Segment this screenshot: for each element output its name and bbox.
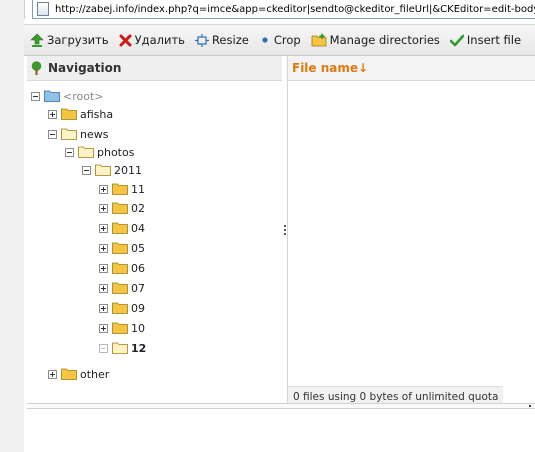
expand-toggle[interactable] [99, 203, 108, 213]
tree-label: <root> [63, 89, 104, 103]
resize-label: Resize [211, 33, 249, 47]
address-bar[interactable]: http://zabej.info/index.php?q=imce&app=c… [32, 0, 535, 19]
resize-icon [194, 33, 209, 47]
folder-open-icon [95, 164, 111, 176]
insert-file-button[interactable]: Insert file [449, 33, 522, 47]
tree-node-04[interactable]: 04 [99, 220, 145, 236]
imce-file-browser: Загрузить Удалить Resize Crop Manage dir… [24, 19, 535, 452]
tree-label: 2011 [114, 163, 142, 177]
tree-node-afisha[interactable]: afisha [48, 106, 113, 122]
tree-node-02[interactable]: 02 [99, 200, 145, 216]
expand-toggle[interactable] [99, 243, 108, 253]
tree-node-2011[interactable]: 2011 [82, 162, 142, 178]
tree-label: 05 [131, 241, 145, 255]
upload-icon [30, 33, 44, 47]
checkmark-icon [449, 34, 464, 46]
tree-label: 07 [131, 281, 145, 295]
folder-icon [112, 202, 128, 214]
resize-button[interactable]: Resize [194, 33, 249, 47]
tree-node-06[interactable]: 06 [99, 260, 145, 276]
tree-node-09[interactable]: 09 [99, 300, 145, 316]
tree-label: 06 [131, 261, 145, 275]
upload-label: Загрузить [47, 33, 109, 47]
tree-label: 04 [131, 221, 145, 235]
tree-label: photos [97, 145, 135, 159]
tree-label: 02 [131, 201, 145, 215]
tree-label: afisha [80, 107, 114, 121]
collapse-toggle[interactable] [65, 147, 74, 157]
navigation-title: Navigation [48, 61, 122, 75]
tree-node-12[interactable]: 12 [99, 340, 146, 356]
tree-node-other[interactable]: other [48, 366, 109, 382]
folder-icon [112, 262, 128, 274]
grip-dot [283, 228, 286, 231]
tree-label: other [80, 367, 110, 381]
folder-icon [112, 222, 128, 234]
manage-directories-button[interactable]: Manage directories [311, 33, 440, 47]
expand-toggle[interactable] [99, 184, 108, 194]
tree-label-active: 12 [131, 341, 147, 355]
tree-label: 11 [131, 182, 145, 196]
bottom-resize-bar[interactable] [27, 403, 535, 409]
folder-icon [112, 282, 128, 294]
file-name-column-header[interactable]: File name↓ [288, 56, 535, 81]
tree-label: news [80, 127, 109, 141]
navigation-panel: Navigation <root> afisha news photos 201… [27, 56, 283, 403]
folder-icon [112, 242, 128, 254]
tree-node-11[interactable]: 11 [99, 181, 145, 197]
insert-file-label: Insert file [466, 33, 522, 47]
file-list-panel: File name↓ 0 files using 0 bytes of unli… [288, 56, 535, 406]
tree-node-07[interactable]: 07 [99, 280, 145, 296]
manage-directories-label: Manage directories [329, 33, 440, 47]
expand-toggle[interactable] [99, 263, 108, 273]
upload-button[interactable]: Загрузить [30, 33, 109, 47]
tree-node-10[interactable]: 10 [99, 320, 145, 336]
delete-button[interactable]: Удалить [119, 33, 185, 47]
collapse-toggle[interactable] [31, 91, 40, 101]
folder-open-icon [61, 128, 77, 140]
expand-toggle[interactable] [99, 283, 108, 293]
expand-toggle[interactable] [48, 369, 57, 379]
expand-toggle[interactable] [99, 223, 108, 233]
delete-icon [119, 34, 132, 46]
folder-icon [112, 302, 128, 314]
navigation-header: Navigation [27, 56, 282, 81]
expand-toggle[interactable] [99, 323, 108, 333]
window-left-gutter [0, 0, 25, 452]
folder-open-icon [112, 342, 128, 354]
resize-grip-dot [529, 405, 531, 407]
expand-toggle[interactable] [48, 109, 57, 119]
page-icon [37, 2, 49, 16]
tree-label: 09 [131, 301, 145, 315]
address-url[interactable]: http://zabej.info/index.php?q=imce&app=c… [55, 4, 535, 15]
grip-dot [283, 224, 286, 227]
crop-button[interactable]: Crop [259, 33, 301, 47]
folder-icon [112, 322, 128, 334]
folder-open-icon [78, 146, 94, 158]
folder-icon [112, 183, 128, 195]
collapse-toggle[interactable] [82, 165, 91, 175]
tree-node-news[interactable]: news [48, 126, 108, 142]
toolbar: Загрузить Удалить Resize Crop Manage dir… [24, 24, 535, 56]
folder-open-icon [44, 90, 60, 102]
folder-icon [61, 368, 77, 380]
crop-icon [262, 37, 268, 43]
empty-toggle [99, 343, 108, 353]
tree-node-05[interactable]: 05 [99, 240, 145, 256]
grip-dot [283, 232, 286, 235]
tree-icon [31, 61, 42, 75]
tree-label: 10 [131, 321, 145, 335]
tree-node-photos[interactable]: photos [65, 144, 134, 160]
folder-icon [61, 108, 77, 120]
expand-toggle[interactable] [99, 303, 108, 313]
delete-label: Удалить [134, 33, 185, 47]
crop-label: Crop [273, 33, 301, 47]
folder-add-icon [311, 33, 327, 47]
tree-node-root[interactable]: <root> [31, 88, 104, 104]
collapse-toggle[interactable] [48, 129, 57, 139]
